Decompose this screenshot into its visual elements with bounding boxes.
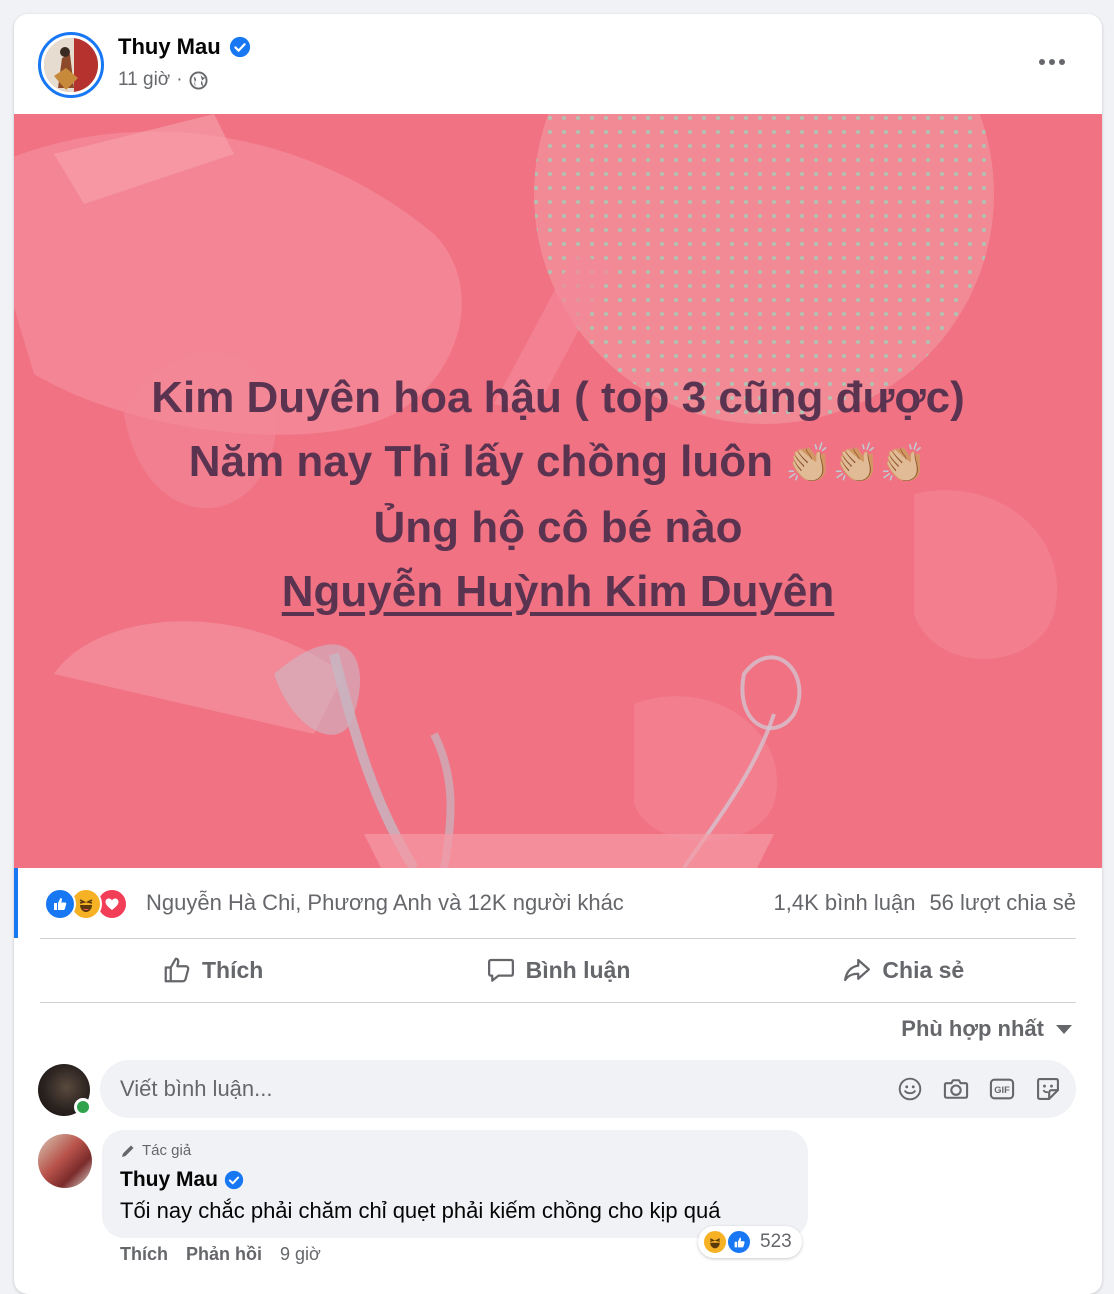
post-line-3: Ủng hộ cô bé nào [373,503,743,553]
reaction-icons[interactable] [44,888,128,920]
author-name[interactable]: Thuy Mau [118,34,221,60]
share-label: Chia sẻ [882,956,965,983]
haha-reaction-icon [702,1229,728,1255]
comment-input-tools: GIF [896,1075,1062,1103]
author-avatar[interactable] [38,32,104,98]
author-name-row[interactable]: Thuy Mau [118,34,251,60]
like-reaction-icon [726,1229,752,1255]
post-line-1: Kim Duyên hoa hậu ( top 3 cũng được) [151,373,965,422]
comment-reply-link[interactable]: Phản hồi [186,1244,262,1265]
post-line-2-row: Năm nay Thỉ lấy chồng luôn 👏🏼👏🏼👏🏼 [14,430,1102,496]
dot-icon [1059,59,1065,65]
meta-separator: · [176,69,183,90]
emoji-icon[interactable] [896,1075,924,1103]
svg-text:GIF: GIF [994,1085,1010,1095]
dot-icon [1049,59,1055,65]
author-badge: Tác giả [120,1142,191,1159]
comment-time[interactable]: 9 giờ [280,1244,321,1265]
camera-icon[interactable] [942,1075,970,1103]
share-arrow-icon [844,958,871,982]
comment-text: Tối nay chắc phải chăm chỉ quẹt phải kiế… [120,1198,721,1223]
author-badge-label: Tác giả [142,1142,192,1159]
globe-icon[interactable] [189,70,208,90]
post-line-2: Năm nay Thỉ lấy chồng luôn [188,437,774,486]
post-action-bar: Thích Bình luận Chia sẻ [40,940,1076,1000]
comment-button[interactable]: Bình luận [385,940,730,1000]
thumbs-up-icon [164,957,190,983]
post-time[interactable]: 11 giờ [118,69,170,91]
post-text: Kim Duyên hoa hậu ( top 3 cũng được) Năm… [14,366,1102,624]
divider [40,938,1076,939]
like-label: Thích [201,956,264,983]
post-card: Thuy Mau 11 giờ · Kim Duyên hoa hậu (to… [14,14,1102,1294]
share-button[interactable]: Chia sẻ [731,940,1076,1000]
comment-reactions[interactable]: 523 [698,1226,802,1258]
verified-badge-icon [224,1170,244,1190]
dot-icon [1039,59,1045,65]
like-button[interactable]: Thích [40,940,385,1000]
comment-sort-dropdown[interactable]: Phù hợp nhất [901,1016,1072,1042]
comment-input-box[interactable]: GIF [100,1060,1076,1118]
post-meta: 11 giờ · [118,69,208,91]
comment-label: Bình luận [525,956,631,983]
comment-bubble: Tác giả Thuy Mau Tối nay chắc phải chăm … [102,1130,808,1238]
comment-reaction-count: 523 [760,1231,792,1252]
online-status-indicator [74,1098,92,1116]
verified-badge-icon [229,36,250,58]
comment-bubble-icon [487,958,514,982]
more-options-button[interactable] [1030,48,1074,76]
gif-icon[interactable]: GIF [988,1075,1016,1103]
sticker-icon[interactable] [1034,1075,1062,1103]
comment-count[interactable]: 1,4K bình luận [774,890,916,916]
comment-actions: Thích Phản hồi 9 giờ [120,1244,321,1265]
comment-author-name[interactable]: Thuy Mau [120,1168,218,1192]
divider [40,1002,1076,1003]
clapping-hands-emoji: 👏🏼👏🏼👏🏼 [785,443,928,486]
pencil-icon [122,1145,134,1157]
reaction-names[interactable]: Nguyễn Hà Chi, Phương Anh và 12K người k… [146,890,624,916]
like-reaction-icon [44,888,76,920]
reactions-summary: Nguyễn Hà Chi, Phương Anh và 12K người k… [14,868,1102,938]
comment-input[interactable] [120,1060,880,1118]
post-stats: 1,4K bình luận 56 lượt chia sẻ [774,890,1076,916]
sort-label: Phù hợp nhất [901,1016,1044,1041]
tagged-person-link[interactable]: Nguyễn Huỳnh Kim Duyên [14,560,1102,624]
background-post[interactable]: Kim Duyên hoa hậu ( top 3 cũng được) Năm… [14,114,1102,868]
comment-like-link[interactable]: Thích [120,1244,168,1265]
comment-author-avatar[interactable] [38,1134,92,1188]
caret-down-icon [1056,1024,1072,1034]
comment-author-row[interactable]: Thuy Mau [120,1168,244,1192]
share-count[interactable]: 56 lượt chia sẻ [929,890,1076,916]
